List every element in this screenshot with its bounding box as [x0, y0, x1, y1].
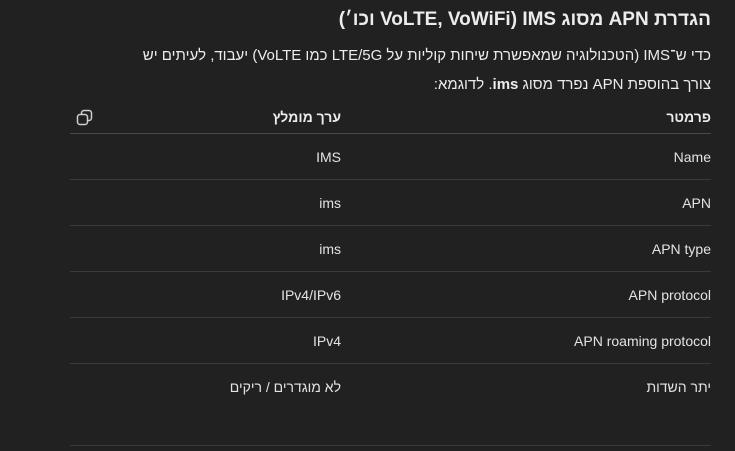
table-header-row: פרמטר ערך מומלץ — [70, 100, 711, 134]
row-value: ims — [319, 194, 341, 211]
intro-line-1: כדי ש־IMS (הטכנולוגיה שמאפשרת שיחות קולי… — [142, 47, 711, 64]
section-divider — [70, 445, 711, 446]
row-parameter: APN type — [651, 240, 711, 257]
header-parameter: פרמטר — [666, 108, 711, 125]
table-row: APN protocol IPv4/IPv6 — [70, 272, 711, 318]
row-value: ims — [319, 240, 341, 257]
table-row: APN type ims — [70, 226, 711, 272]
intro-line-2-suffix: . לדוגמא: — [433, 76, 493, 93]
intro-paragraph: כדי ש־IMS (הטכנולוגיה שמאפשרת שיחות קולי… — [70, 41, 711, 99]
apn-table: פרמטר ערך מומלץ Name IMS APN ims APN typ… — [70, 100, 711, 409]
header-value: ערך מומלץ — [272, 108, 341, 125]
intro-line-2-prefix: צורך בהוספת APN נפרד מסוג — [518, 76, 711, 93]
intro-line-2-bold: ims — [492, 76, 519, 93]
table-row: Name IMS — [70, 134, 711, 180]
row-value: IPv4 — [312, 332, 341, 349]
section-heading: הגדרת APN מסוג IMS (VoLTE, VoWiFi וכו׳) — [338, 9, 711, 30]
table-row: APN roaming protocol IPv4 — [70, 318, 711, 364]
row-parameter: APN protocol — [628, 286, 711, 303]
table-row: APN ims — [70, 180, 711, 226]
row-parameter: APN — [682, 194, 711, 211]
row-parameter: APN roaming protocol — [574, 332, 711, 349]
row-value: IPv4/IPv6 — [281, 286, 341, 303]
row-parameter: Name — [673, 148, 711, 165]
table-row: יתר השדות לא מוגדרים / ריקים — [70, 364, 711, 409]
row-value: IMS — [316, 148, 341, 165]
row-parameter: יתר השדות — [646, 378, 711, 395]
row-value: לא מוגדרים / ריקים — [229, 378, 341, 395]
